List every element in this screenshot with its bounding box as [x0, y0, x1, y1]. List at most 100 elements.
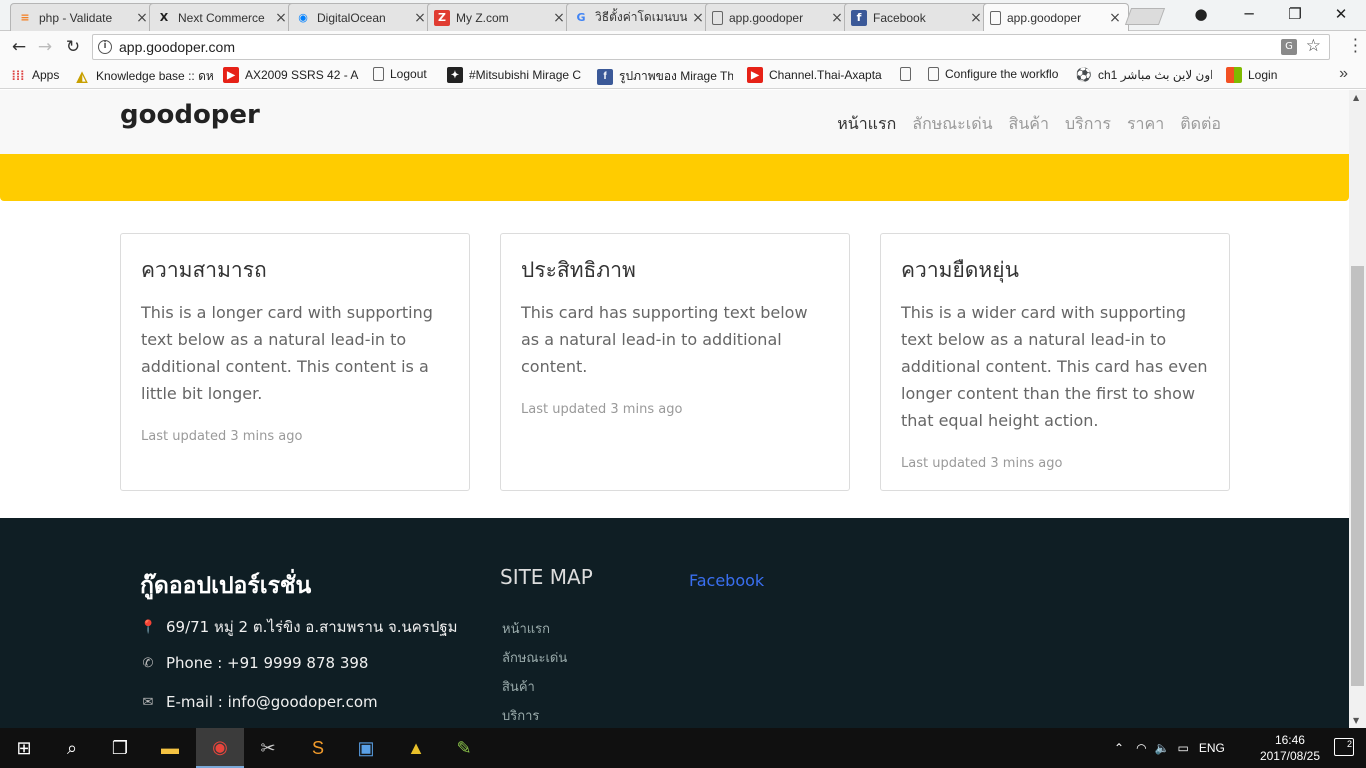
sitemap-title: SITE MAP	[500, 565, 593, 589]
chevron-double-right-icon[interactable]: »	[1339, 65, 1348, 83]
clock-time: 16:46	[1274, 733, 1305, 747]
paint-icon[interactable]: ✎	[440, 728, 488, 768]
nav-link-features[interactable]: ลักษณะเด่น	[912, 112, 992, 137]
close-icon[interactable]: ×	[274, 10, 288, 26]
sublime-text-icon[interactable]: S	[294, 728, 342, 768]
clock[interactable]: 16:46 2017/08/25	[1260, 732, 1320, 764]
sitemap-link-home[interactable]: หน้าแรก	[502, 618, 550, 639]
chevron-up-icon[interactable]: ⌃	[1114, 741, 1124, 755]
bookmark-ch1[interactable]: ⚽ ch1 اون لاين بث مباشر	[1076, 67, 1212, 83]
email-text[interactable]: E-mail : info@goodoper.com	[166, 693, 378, 711]
youtube-icon: ▶	[747, 67, 763, 83]
url-text[interactable]: app.goodoper.com	[119, 39, 235, 55]
file-explorer-icon[interactable]: ▬	[146, 728, 194, 768]
page-icon	[900, 67, 911, 81]
close-icon[interactable]: ×	[830, 10, 844, 26]
browser-tab[interactable]: app.goodoper ×	[705, 3, 851, 31]
page-icon	[928, 67, 939, 81]
network-icon[interactable]: ◠	[1136, 741, 1146, 755]
scroll-up-icon[interactable]: ▲	[1353, 93, 1359, 102]
close-icon[interactable]: ×	[1108, 10, 1122, 26]
x-logo-icon: X	[159, 11, 169, 24]
envelope-icon: ✉	[142, 694, 154, 710]
nav-link-pricing[interactable]: ราคา	[1127, 112, 1164, 137]
forward-arrow-icon[interactable]: →	[34, 36, 56, 58]
bookmark-label: #Mitsubishi Mirage C	[469, 68, 582, 82]
browser-tab[interactable]: ◉ DigitalOcean ×	[288, 3, 434, 31]
browser-tab[interactable]: Z My Z.com ×	[427, 3, 573, 31]
volume-muted-icon[interactable]: 🔈	[1155, 741, 1170, 755]
feature-card: ความยืดหยุ่น This is a wider card with s…	[880, 233, 1230, 491]
close-window-button[interactable]: ✕	[1318, 0, 1364, 28]
bookmark-star-icon[interactable]: ☆	[1306, 36, 1321, 56]
translate-icon[interactable]: G	[1281, 39, 1297, 55]
task-view-icon[interactable]: ❐	[96, 728, 144, 768]
facebook-link[interactable]: Facebook	[689, 571, 764, 590]
browser-tab[interactable]: f Facebook ×	[844, 3, 990, 31]
sitemap-link-services[interactable]: บริการ	[502, 705, 539, 726]
page-icon	[712, 10, 723, 25]
scrollbar-thumb[interactable]	[1351, 266, 1364, 686]
minimize-button[interactable]: ─	[1226, 0, 1272, 28]
info-icon[interactable]: i	[98, 40, 112, 54]
tools-icon[interactable]: ✂	[244, 728, 292, 768]
bookmark-login[interactable]: Login	[1226, 67, 1277, 83]
bookmark-apps[interactable]: ⁞⁞⁞ Apps	[10, 67, 60, 83]
tab-title: DigitalOcean	[317, 10, 386, 25]
windows-taskbar: ⊞ ⌕ ❐ ▬ ◉ ✂ S ▣ ▲ ✎ ⌃ ◠ 🔈 ▭ ENG 16:46 20…	[0, 728, 1366, 768]
sitemap-link-products[interactable]: สินค้า	[502, 676, 535, 697]
tab-title: Facebook	[873, 10, 926, 25]
language-indicator[interactable]: ENG	[1199, 741, 1225, 755]
nav-link-services[interactable]: บริการ	[1065, 112, 1111, 137]
chrome-icon[interactable]: ◉	[196, 728, 244, 768]
remote-desktop-icon[interactable]: ▣	[342, 728, 390, 768]
scroll-down-icon[interactable]: ▼	[1353, 716, 1359, 725]
windows-start-icon[interactable]: ⊞	[0, 728, 48, 768]
bookmark-label: Apps	[32, 68, 60, 82]
close-icon[interactable]: ×	[135, 10, 149, 26]
new-tab-button[interactable]	[1124, 8, 1166, 25]
nav-link-contact[interactable]: ติดต่อ	[1180, 112, 1221, 137]
address-bar[interactable]: i app.goodoper.com G ☆	[92, 34, 1330, 60]
search-icon[interactable]: ⌕	[48, 728, 96, 768]
close-icon[interactable]: ×	[691, 10, 705, 26]
browser-tab[interactable]: ≡ php - Validate ×	[10, 3, 156, 31]
system-tray: ⌃ ◠ 🔈 ▭ ENG	[1114, 728, 1225, 768]
back-arrow-icon[interactable]: ←	[8, 36, 30, 58]
bookmark-knowledge-base[interactable]: ◭ Knowledge base :: ดห	[74, 67, 214, 86]
reload-icon[interactable]: ↻	[62, 36, 84, 58]
page-scrollbar[interactable]: ▲ ▼	[1349, 90, 1366, 728]
nav-link-products[interactable]: สินค้า	[1009, 112, 1049, 137]
nav-link-home[interactable]: หน้าแรก	[837, 112, 896, 137]
sitemap-link-features[interactable]: ลักษณะเด่น	[502, 647, 567, 668]
close-icon[interactable]: ×	[969, 10, 983, 26]
bookmark-mitsubishi[interactable]: ✦ #Mitsubishi Mirage C	[447, 67, 583, 83]
close-icon[interactable]: ×	[413, 10, 427, 26]
site-footer: กู๊ดออปเปอร์เรชั่น 📍 69/71 หมู่ 2 ต.ไร่ข…	[0, 518, 1349, 728]
tab-title: app.goodoper	[729, 10, 804, 25]
browser-tab-active[interactable]: app.goodoper ×	[983, 3, 1129, 31]
tab-title: php - Validate	[39, 10, 113, 25]
notification-count: 2	[1346, 739, 1352, 749]
bookmark-configure-workflow[interactable]: Configure the workflo	[928, 67, 1064, 81]
bookmark-logout[interactable]: Logout	[373, 67, 427, 81]
close-icon[interactable]: ×	[552, 10, 566, 26]
bookmark-blank[interactable]	[900, 67, 917, 81]
browser-tab[interactable]: G วิธีตั้งค่าโดเมนบน ×	[566, 3, 712, 31]
dynamics-icon[interactable]: ▲	[392, 728, 440, 768]
knowledge-base-icon: ◭	[76, 68, 88, 84]
bookmark-mirage-photos[interactable]: f รูปภาพของ Mirage Tha	[597, 67, 733, 86]
notification-icon[interactable]: 2	[1334, 738, 1354, 756]
address-text: 69/71 หมู่ 2 ต.ไร่ขิง อ.สามพราน จ.นครปฐม	[166, 618, 458, 636]
browser-tab[interactable]: X Next Commerce ×	[149, 3, 295, 31]
bookmark-ax2009[interactable]: ▶ AX2009 SSRS 42 - A R	[223, 67, 359, 83]
user-profile-icon[interactable]: ●	[1178, 0, 1224, 28]
restore-button[interactable]: ❐	[1272, 0, 1318, 28]
microsoft-icon	[1226, 67, 1242, 83]
phone-icon: ✆	[142, 655, 154, 671]
battery-icon[interactable]: ▭	[1178, 741, 1189, 755]
site-nav-links: หน้าแรก ลักษณะเด่น สินค้า บริการ ราคา ติ…	[837, 112, 1221, 137]
bookmark-channel-thai-axapta[interactable]: ▶ Channel.Thai-Axapta	[747, 67, 885, 83]
site-brand[interactable]: goodoper	[120, 100, 260, 130]
menu-dots-icon[interactable]: · · ·	[1353, 32, 1358, 60]
